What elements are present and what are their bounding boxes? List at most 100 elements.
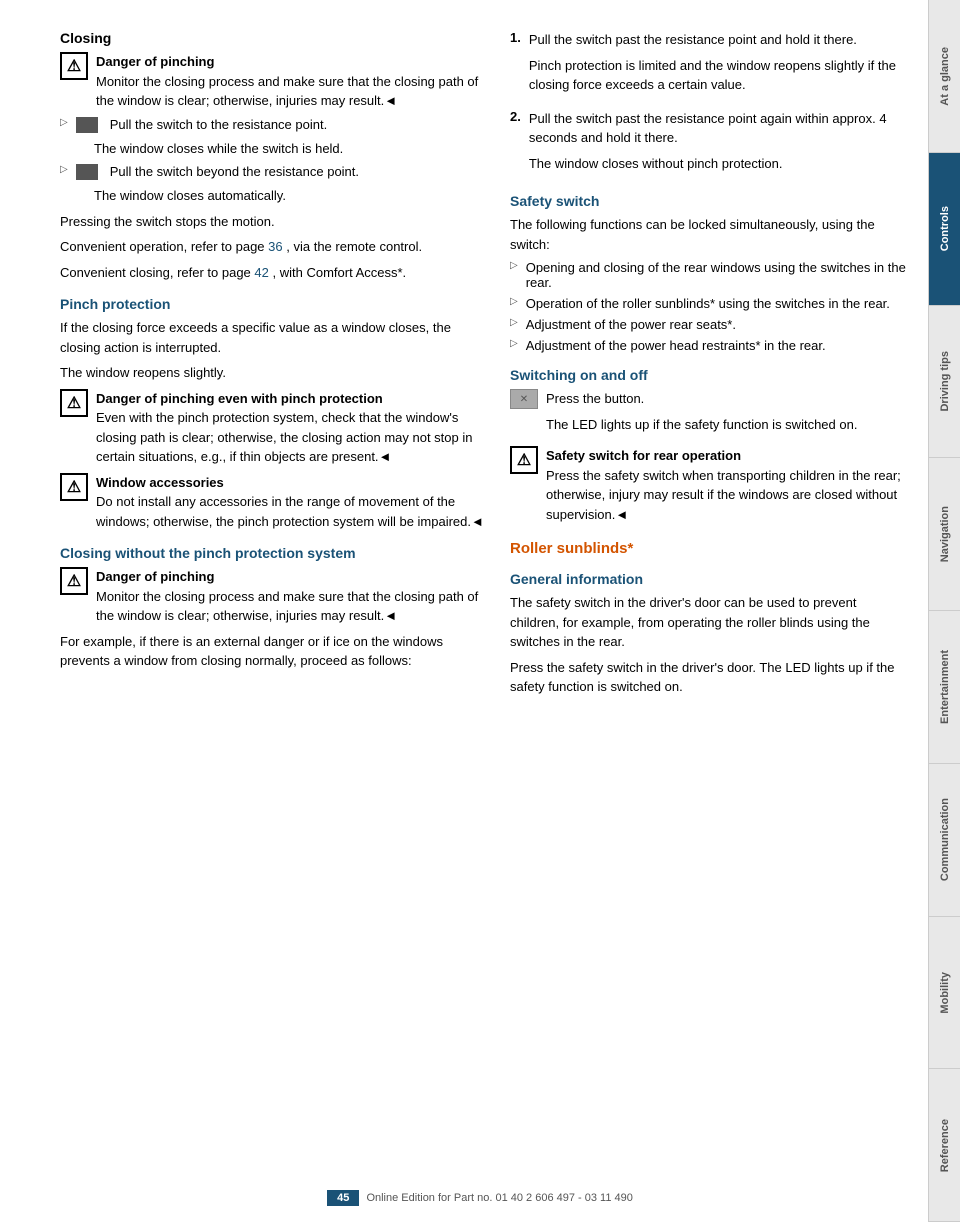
warning-body-2: Even with the pinch protection system, c… — [96, 408, 490, 467]
warning-box-2: ⚠ Danger of pinching even with pinch pro… — [60, 389, 490, 467]
sidebar-label-entertainment: Entertainment — [939, 650, 951, 724]
page-number: 45 — [327, 1190, 359, 1206]
sidebar-label-at-a-glance: At a glance — [939, 47, 951, 106]
bullet-item-4: ▷ Adjustment of the power head restraint… — [510, 338, 908, 353]
warning-box-3: ⚠ Window accessories Do not install any … — [60, 473, 490, 532]
switching-box: ✕ Press the button. The LED lights up if… — [510, 389, 908, 440]
triangle-5: ▷ — [510, 317, 518, 328]
general-text2: Press the safety switch in the driver's … — [510, 658, 908, 697]
sidebar: At a glance Controls Driving tips Naviga… — [928, 0, 960, 1222]
step-2-content: Pull the switch past the resistance poin… — [529, 109, 908, 180]
step-1: 1. Pull the switch past the resistance p… — [510, 30, 908, 101]
warning-body-5: Press the safety switch when transportin… — [546, 466, 908, 525]
warning-body-4: Monitor the closing process and make sur… — [96, 587, 490, 626]
sidebar-label-mobility: Mobility — [939, 972, 951, 1014]
page-footer: 45 Online Edition for Part no. 01 40 2 6… — [0, 1190, 960, 1206]
left-column: Closing ⚠ Danger of pinching Monitor the… — [60, 30, 490, 1192]
danger-icon-3: ⚠ — [60, 473, 88, 501]
bullet-text-4: Adjustment of the power head restraints*… — [526, 338, 826, 353]
arrow-text-2: Pull the switch beyond the resistance po… — [110, 164, 359, 179]
safety-switch-text1: The following functions can be locked si… — [510, 215, 908, 254]
step-2: 2. Pull the switch past the resistance p… — [510, 109, 908, 180]
pinch-text-2: The window reopens slightly. — [60, 363, 490, 383]
bullet-item-2: ▷ Operation of the roller sunblinds* usi… — [510, 296, 908, 311]
warning-box-1: ⚠ Danger of pinching Monitor the closing… — [60, 52, 490, 111]
convenient1-text: Convenient operation, refer to page — [60, 239, 265, 254]
numbered-list: 1. Pull the switch past the resistance p… — [510, 30, 908, 179]
pressing-text: Pressing the switch stops the motion. — [60, 212, 490, 232]
danger-icon-4: ⚠ — [60, 567, 88, 595]
switching-title: Switching on and off — [510, 367, 908, 383]
sidebar-label-navigation: Navigation — [939, 506, 951, 562]
step-2-text2: The window closes without pinch protecti… — [529, 154, 908, 174]
warning-text-2: Danger of pinching even with pinch prote… — [96, 389, 490, 467]
switch-icon-2 — [76, 164, 98, 180]
step-2-num: 2. — [510, 109, 521, 180]
arrow-sub-2: The window closes automatically. — [94, 186, 490, 206]
sidebar-item-communication[interactable]: Communication — [929, 764, 960, 917]
pinch-text-1: If the closing force exceeds a specific … — [60, 318, 490, 357]
sidebar-item-navigation[interactable]: Navigation — [929, 458, 960, 611]
convenient2: Convenient closing, refer to page 42 , w… — [60, 263, 490, 283]
sidebar-label-driving-tips: Driving tips — [939, 351, 951, 412]
bullet-item-1: ▷ Opening and closing of the rear window… — [510, 260, 908, 290]
press-text: Press the button. — [546, 389, 857, 409]
arrow-text-1: Pull the switch to the resistance point. — [110, 117, 328, 132]
warning-text-1: Danger of pinching Monitor the closing p… — [96, 52, 490, 111]
closing-title: Closing — [60, 30, 490, 46]
page-link-36[interactable]: 36 — [268, 239, 282, 254]
triangle-4: ▷ — [510, 296, 518, 307]
warning-title-4: Danger of pinching — [96, 567, 490, 587]
bullet-text-3: Adjustment of the power rear seats*. — [526, 317, 736, 332]
sidebar-item-controls[interactable]: Controls — [929, 153, 960, 306]
roller-title: Roller sunblinds* — [510, 540, 908, 557]
step-1-content: Pull the switch past the resistance poin… — [529, 30, 908, 101]
bullet-text-1: Opening and closing of the rear windows … — [526, 260, 908, 290]
sidebar-label-communication: Communication — [939, 798, 951, 881]
triangle-1: ▷ — [60, 117, 68, 128]
sidebar-item-mobility[interactable]: Mobility — [929, 917, 960, 1070]
switching-text: Press the button. The LED lights up if t… — [546, 389, 857, 440]
bullet-text-2: Operation of the roller sunblinds* using… — [526, 296, 890, 311]
bullet-item-3: ▷ Adjustment of the power rear seats*. — [510, 317, 908, 332]
led-text: The LED lights up if the safety function… — [546, 415, 857, 435]
page-link-42[interactable]: 42 — [254, 265, 268, 280]
triangle-3: ▷ — [510, 260, 518, 271]
safety-switch-title: Safety switch — [510, 193, 908, 209]
convenient2-text: Convenient closing, refer to page — [60, 265, 251, 280]
closing-no-pinch-title: Closing without the pinch protection sys… — [60, 545, 490, 561]
sidebar-item-driving-tips[interactable]: Driving tips — [929, 306, 960, 459]
safety-button-icon: ✕ — [510, 389, 538, 409]
danger-icon-5: ⚠ — [510, 446, 538, 474]
right-column: 1. Pull the switch past the resistance p… — [510, 30, 908, 1192]
sidebar-label-reference: Reference — [939, 1119, 951, 1172]
convenient1-rest: , via the remote control. — [286, 239, 422, 254]
step-2-text1: Pull the switch past the resistance poin… — [529, 109, 908, 148]
arrow-item-1: ▷ Pull the switch to the resistance poin… — [60, 117, 490, 133]
arrow-sub-1: The window closes while the switch is he… — [94, 139, 490, 159]
warning-box-5: ⚠ Safety switch for rear operation Press… — [510, 446, 908, 524]
warning-title-3: Window accessories — [96, 473, 490, 493]
warning-title-5: Safety switch for rear operation — [546, 446, 908, 466]
convenient1: Convenient operation, refer to page 36 ,… — [60, 237, 490, 257]
warning-title-1: Danger of pinching — [96, 52, 490, 72]
danger-icon-1: ⚠ — [60, 52, 88, 80]
general-text1: The safety switch in the driver's door c… — [510, 593, 908, 652]
danger-icon-2: ⚠ — [60, 389, 88, 417]
arrow-item-2: ▷ Pull the switch beyond the resistance … — [60, 164, 490, 180]
step-1-text1: Pull the switch past the resistance poin… — [529, 30, 908, 50]
step-1-num: 1. — [510, 30, 521, 101]
general-info-title: General information — [510, 571, 908, 587]
switch-icon-1 — [76, 117, 98, 133]
sidebar-item-at-a-glance[interactable]: At a glance — [929, 0, 960, 153]
sidebar-item-entertainment[interactable]: Entertainment — [929, 611, 960, 764]
main-content: Closing ⚠ Danger of pinching Monitor the… — [0, 0, 928, 1222]
triangle-2: ▷ — [60, 164, 68, 175]
triangle-6: ▷ — [510, 338, 518, 349]
warning-body-1: Monitor the closing process and make sur… — [96, 72, 490, 111]
example-text: For example, if there is an external dan… — [60, 632, 490, 671]
step-1-text2: Pinch protection is limited and the wind… — [529, 56, 908, 95]
pinch-protection-title: Pinch protection — [60, 296, 490, 312]
warning-body-3: Do not install any accessories in the ra… — [96, 492, 490, 531]
warning-box-4: ⚠ Danger of pinching Monitor the closing… — [60, 567, 490, 626]
